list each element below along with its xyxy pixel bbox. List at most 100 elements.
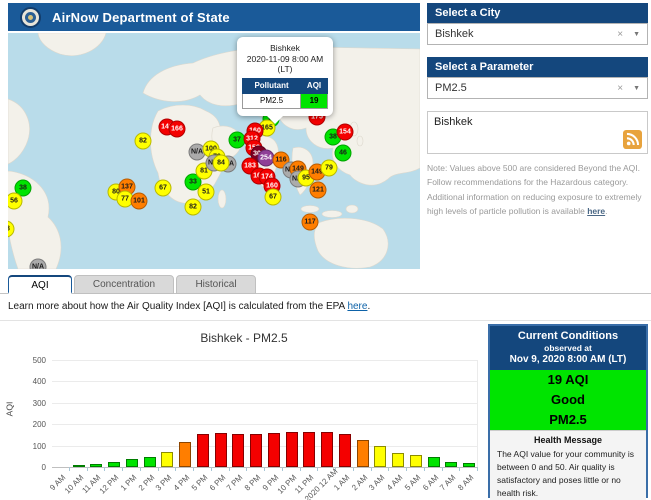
tab-concentration[interactable]: Concentration [74, 275, 174, 294]
plot-right-edge [477, 360, 478, 467]
x-axis-tick [300, 467, 301, 471]
x-axis-tick [317, 467, 318, 471]
x-axis-tick [371, 467, 372, 471]
aqi-map-marker[interactable]: 82 [135, 133, 152, 150]
x-axis-tick [477, 467, 478, 471]
clear-city-icon[interactable]: × [617, 29, 623, 40]
note-after: . [605, 206, 607, 216]
chart-title: Bishkek - PM2.5 [0, 331, 488, 345]
clear-parameter-icon[interactable]: × [617, 83, 623, 94]
chart-gridline [52, 403, 478, 404]
current-aqi-pollutant: PM2.5 [549, 410, 587, 430]
app-header: AirNow Department of State [8, 3, 420, 31]
aqi-bar[interactable] [463, 463, 475, 467]
x-axis-tick [104, 467, 105, 471]
rss-feed-icon[interactable] [623, 130, 642, 149]
aqi-bar[interactable] [392, 453, 404, 467]
aqi-bar[interactable] [144, 457, 156, 467]
y-axis-tick-label: 200 [16, 420, 46, 429]
chevron-down-icon[interactable]: ▼ [633, 85, 640, 92]
department-of-state-seal-logo [20, 7, 41, 28]
aqi-bar[interactable] [357, 440, 369, 467]
observed-at-label: observed at [492, 343, 644, 353]
aqi-map-marker[interactable]: 51 [198, 184, 215, 201]
aqi-bar[interactable] [428, 457, 440, 467]
aqi-map-marker[interactable]: 84 [213, 155, 230, 172]
y-axis-tick-label: 500 [16, 356, 46, 365]
city-select-value: Bishkek [435, 28, 617, 40]
observed-datetime: Nov 9, 2020 8:00 AM (LT) [492, 354, 644, 365]
aqi-map-marker[interactable]: 67 [155, 180, 172, 197]
aqi-bar[interactable] [126, 459, 138, 467]
aqi-map-marker[interactable]: 79 [321, 160, 338, 177]
y-axis-tick-label: 400 [16, 377, 46, 386]
x-axis-tick [140, 467, 141, 471]
world-aqi-map[interactable]: 385668N/A8214616680137771016782338151N/A… [8, 33, 420, 269]
chart-y-axis-label: AQI [4, 402, 14, 417]
aqi-bar[interactable] [232, 434, 244, 467]
aqi-map-marker[interactable]: 46 [335, 145, 352, 162]
learn-more-text: Learn more about how the Air Quality Ind… [8, 301, 370, 312]
x-axis-tick [211, 467, 212, 471]
section-divider [0, 320, 651, 321]
x-axis-tick [264, 467, 265, 471]
parameter-panel: Select a Parameter PM2.5 × ▼ [427, 57, 648, 99]
popup-city: Bishkek [242, 43, 328, 54]
parameter-panel-header: Select a Parameter [427, 57, 648, 77]
aqi-map-marker[interactable]: 121 [310, 182, 327, 199]
popup-col-aqi: AQI [301, 78, 328, 93]
x-axis-tick [175, 467, 176, 471]
aqi-map-marker[interactable]: N/A [30, 259, 47, 270]
app-title: AirNow Department of State [52, 10, 230, 25]
aqi-bar[interactable] [215, 433, 227, 467]
epa-link[interactable]: here [347, 301, 367, 312]
chart-gridline [52, 360, 478, 361]
city-panel-header: Select a City [427, 3, 648, 23]
x-axis-tick [122, 467, 123, 471]
map-station-popup: Bishkek 2020-11-09 8:00 AM (LT) Pollutan… [237, 37, 333, 116]
chart-plot-area: 01002003004005009 AM10 AM11 AM12 PM1 PM2… [52, 360, 478, 467]
aqi-bar[interactable] [73, 465, 85, 467]
x-axis-tick [193, 467, 194, 471]
aqi-bar[interactable] [161, 452, 173, 467]
aqi-bar[interactable] [321, 432, 333, 467]
aqi-bar[interactable] [268, 433, 280, 467]
aqi-bar[interactable] [374, 446, 386, 467]
aqi-map-marker[interactable]: 101 [131, 193, 148, 210]
aqi-bar[interactable] [90, 464, 102, 467]
aqi-map-marker[interactable]: 117 [302, 214, 319, 231]
parameter-select[interactable]: PM2.5 × ▼ [427, 77, 648, 99]
aqi-bar[interactable] [108, 462, 120, 467]
feed-box[interactable]: Bishkek [427, 111, 648, 154]
popup-timezone: (LT) [242, 64, 328, 75]
note-here-link[interactable]: here [587, 206, 605, 216]
city-select[interactable]: Bishkek × ▼ [427, 23, 648, 45]
tab-aqi[interactable]: AQI [8, 275, 72, 294]
aqi-bar[interactable] [445, 462, 457, 467]
popup-datetime: 2020-11-09 8:00 AM [242, 54, 328, 65]
aqi-map-marker[interactable]: 166 [169, 121, 186, 138]
aqi-bar[interactable] [339, 434, 351, 467]
aqi-bar[interactable] [197, 434, 209, 467]
current-aqi-block: 19 AQI Good PM2.5 [490, 370, 646, 430]
aqi-bar[interactable] [286, 432, 298, 467]
aqi-map-marker[interactable]: 154 [337, 124, 354, 141]
health-message-section: Health Message The AQI value for your co… [490, 430, 646, 500]
chart-gridline [52, 446, 478, 447]
tab-historical[interactable]: Historical [176, 275, 256, 294]
aqi-bar[interactable] [250, 434, 262, 467]
x-axis-tick [158, 467, 159, 471]
aqi-map-marker[interactable]: 67 [265, 189, 282, 206]
current-aqi-value: 19 AQI [548, 370, 589, 390]
x-axis-tick [442, 467, 443, 471]
aqi-bar[interactable] [179, 442, 191, 467]
chevron-down-icon[interactable]: ▼ [633, 31, 640, 38]
aqi-map-marker[interactable]: 82 [185, 199, 202, 216]
feed-city-label: Bishkek [434, 116, 473, 128]
city-panel: Select a City Bishkek × ▼ [427, 3, 648, 45]
learn-more-after: . [367, 301, 370, 312]
aqi-bar[interactable] [410, 455, 422, 467]
popup-aqi-table: Pollutant AQI PM2.5 19 [242, 78, 328, 109]
current-conditions-title: Current Conditions [492, 330, 644, 342]
aqi-bar[interactable] [303, 432, 315, 467]
